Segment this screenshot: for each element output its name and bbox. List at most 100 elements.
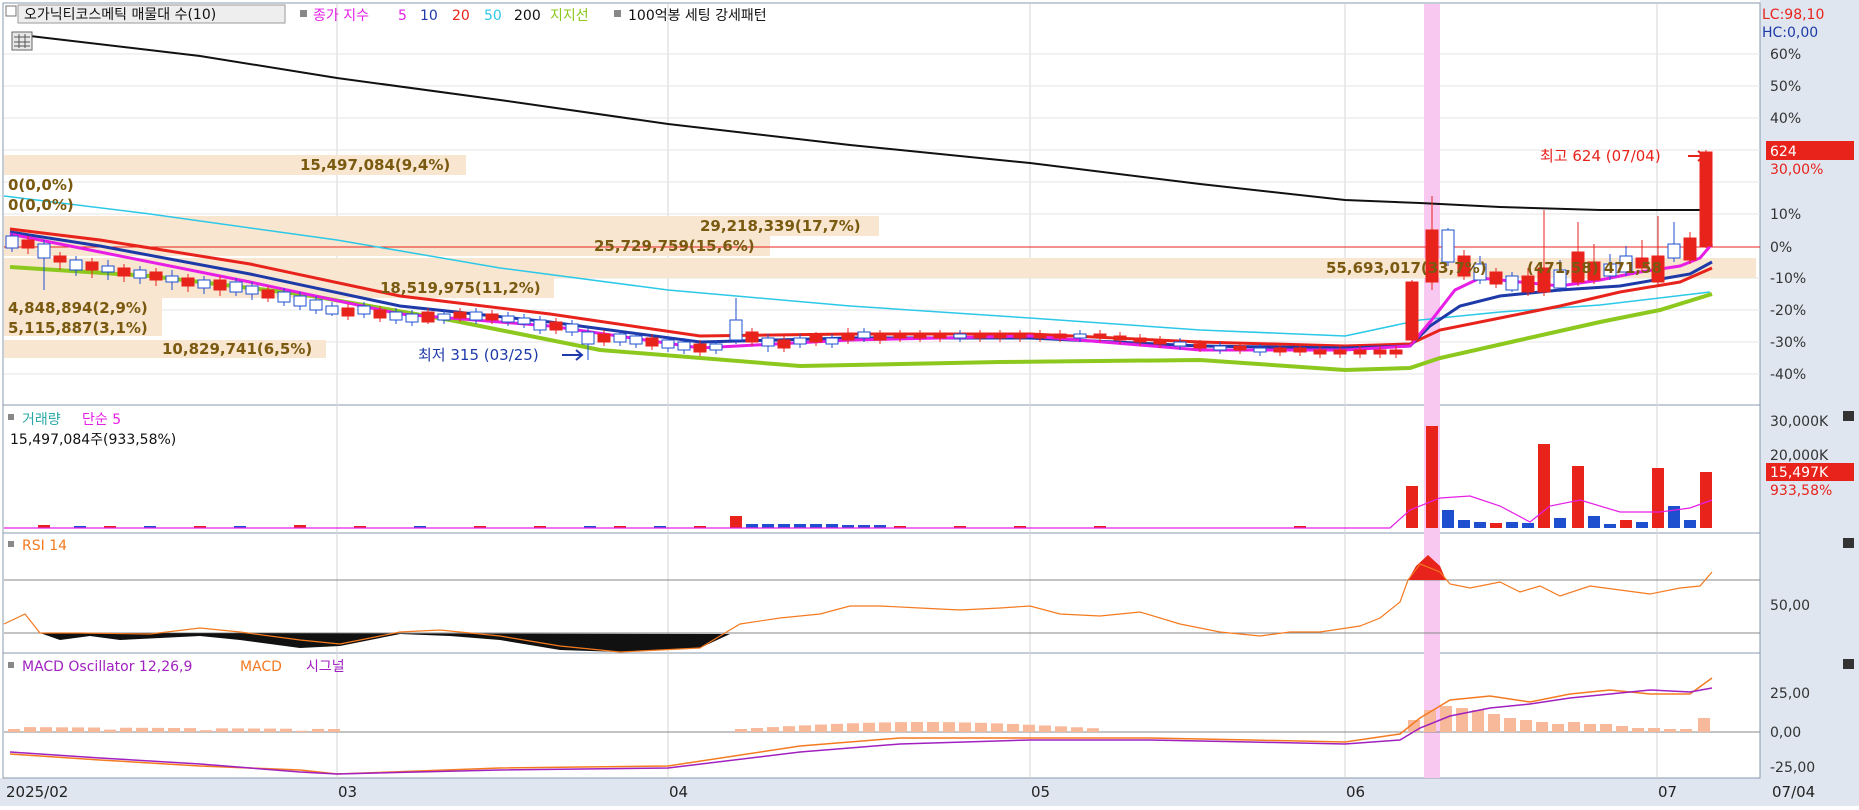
- osc-bar: [136, 727, 148, 732]
- candle: [453, 311, 467, 319]
- candle: [229, 281, 243, 293]
- volume-bar: [1474, 522, 1486, 528]
- candle: [485, 313, 499, 321]
- rsi-close-icon[interactable]: [1843, 538, 1854, 548]
- osc-bar: [104, 729, 116, 732]
- chart-title: 오가닉티코스메틱 매물대 수(10): [24, 7, 216, 23]
- candle: [1333, 349, 1347, 355]
- table-icon[interactable]: [11, 31, 33, 51]
- candle: [629, 335, 643, 345]
- candle: [277, 291, 291, 303]
- volume-title[interactable]: 거래량: [22, 412, 61, 428]
- osc-bar: [1536, 722, 1548, 732]
- ma-period-5: 5: [398, 8, 407, 24]
- osc-bar: [1680, 729, 1692, 732]
- signal-label[interactable]: 시그널: [306, 659, 345, 675]
- osc-bar: [879, 722, 891, 732]
- current-price-badge-text: 624: [1770, 144, 1797, 160]
- rsi-title[interactable]: RSI 14: [22, 538, 67, 554]
- volume-bar: [1684, 520, 1696, 528]
- candle: [5, 235, 19, 249]
- volume-ma-label[interactable]: 단순 5: [82, 412, 121, 428]
- candle: [973, 333, 987, 339]
- candle: [1053, 333, 1067, 339]
- candle: [993, 333, 1007, 339]
- osc-bar: [1648, 728, 1660, 732]
- osc-bar: [264, 728, 276, 732]
- rsi-legend-marker: [8, 541, 14, 547]
- osc-bar: [1087, 728, 1099, 732]
- candle: [325, 305, 339, 315]
- price-axis-tick: -20%: [1770, 303, 1806, 319]
- candle: [261, 289, 275, 299]
- candle: [1253, 347, 1267, 353]
- osc-bar: [1616, 726, 1628, 732]
- candle: [1683, 237, 1697, 261]
- bottom-axis-panel: [0, 778, 1859, 806]
- candle: [661, 339, 675, 349]
- candle: [1133, 337, 1147, 343]
- macd-title[interactable]: MACD Oscillator 12,26,9: [22, 659, 192, 675]
- candle: [533, 319, 547, 331]
- osc-bar: [943, 722, 955, 732]
- candle: [677, 341, 691, 351]
- candle: [373, 309, 387, 319]
- pattern-legend-label[interactable]: 100억봉 세팅 강세패턴: [628, 8, 767, 24]
- osc-bar: [959, 722, 971, 732]
- volume-bar: [1572, 466, 1584, 528]
- candle: [293, 295, 307, 307]
- candle: [309, 299, 323, 311]
- price-axis-tick: -40%: [1770, 367, 1806, 383]
- candle: [1353, 349, 1367, 355]
- osc-bar: [895, 722, 907, 732]
- x-axis-label: 2025/02: [6, 783, 68, 801]
- osc-bar: [1039, 725, 1051, 732]
- support-legend-label[interactable]: 지지선: [550, 8, 589, 24]
- osc-bar: [1520, 720, 1532, 732]
- volume-bar: [1490, 523, 1502, 528]
- osc-bar: [1664, 729, 1676, 732]
- osc-bar: [200, 730, 212, 732]
- candle: [693, 343, 707, 353]
- osc-bar: [831, 723, 843, 732]
- osc-bar: [1568, 722, 1580, 732]
- volume-bar: [1588, 516, 1600, 528]
- volume-axis-tick: 30,000K: [1770, 414, 1829, 430]
- osc-bar: [312, 728, 324, 732]
- candle: [501, 315, 515, 323]
- candle: [1033, 333, 1047, 339]
- settings-icon[interactable]: [5, 5, 17, 17]
- volume-bar: [1506, 522, 1518, 528]
- osc-bar: [751, 728, 763, 732]
- candle: [245, 285, 259, 295]
- volume-bar: [1442, 510, 1454, 528]
- ma-legend-label[interactable]: 종가 지수: [313, 8, 369, 24]
- candle: [841, 333, 855, 341]
- osc-bar: [184, 728, 196, 732]
- volume-bar: [1604, 524, 1616, 528]
- volume-bar: [1538, 444, 1550, 528]
- osc-bar: [24, 727, 36, 732]
- osc-bar: [56, 727, 68, 732]
- chart-canvas[interactable]: 오가닉티코스메틱 매물대 수(10) 종가 지수 5 10 20 50 200 …: [0, 0, 1859, 806]
- osc-bar: [815, 724, 827, 732]
- volume-axis-tick: 20,000K: [1770, 448, 1829, 464]
- ma-period-10: 10: [420, 8, 438, 24]
- candle: [1153, 339, 1167, 345]
- macd-label[interactable]: MACD: [240, 659, 282, 675]
- volume-close-icon[interactable]: [1843, 411, 1854, 421]
- candle: [597, 333, 611, 343]
- x-axis-label: 05: [1031, 783, 1050, 801]
- osc-bar: [120, 727, 132, 732]
- osc-bar: [1584, 724, 1596, 732]
- macd-close-icon[interactable]: [1843, 659, 1854, 669]
- candle: [37, 243, 51, 259]
- osc-bar: [152, 727, 164, 732]
- background: [0, 0, 1859, 806]
- candle: [1373, 349, 1387, 355]
- candle: [565, 323, 579, 333]
- candle: [1213, 345, 1227, 351]
- osc-bar: [296, 730, 308, 732]
- candle: [1389, 349, 1403, 355]
- price-axis-tick: 0%: [1770, 240, 1792, 256]
